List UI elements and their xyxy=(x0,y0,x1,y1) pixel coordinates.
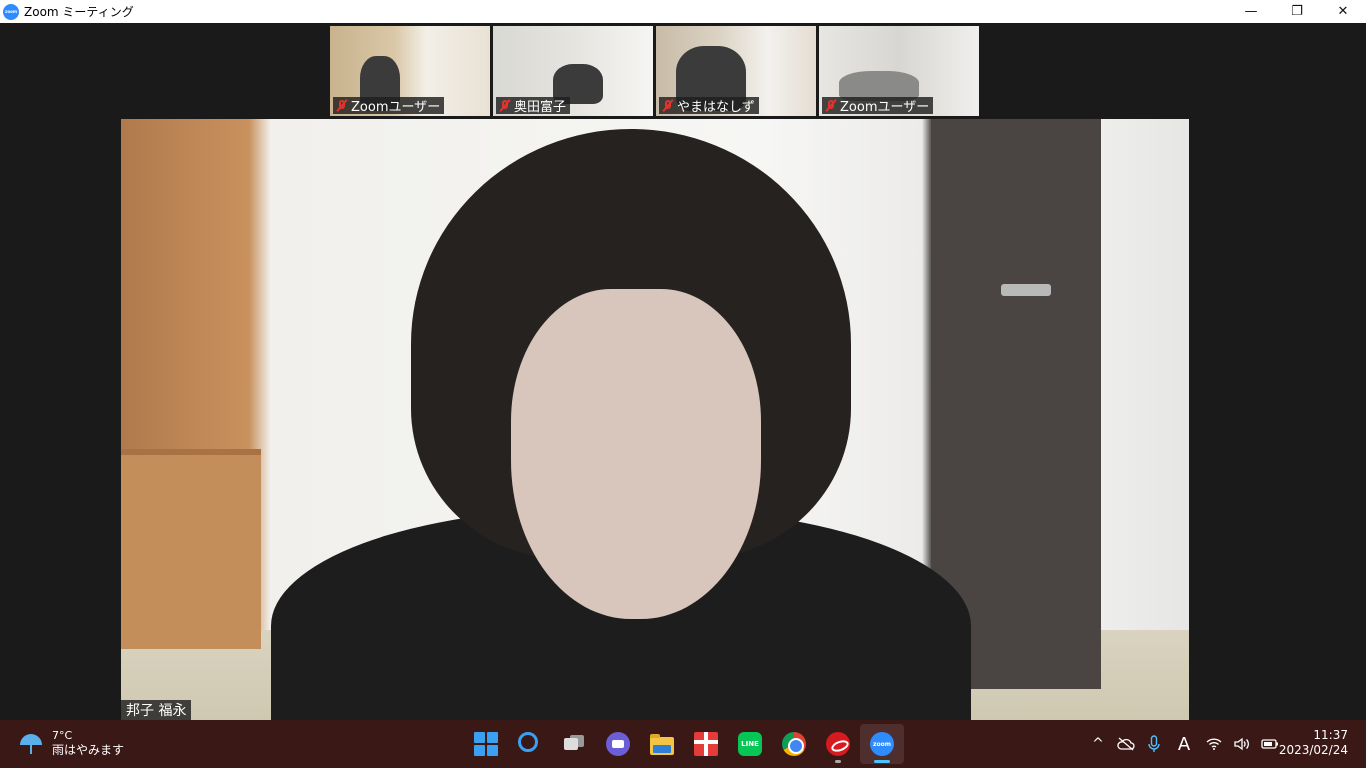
active-indicator xyxy=(874,760,890,763)
task-view-button[interactable] xyxy=(552,724,596,764)
clock-time: 11:37 xyxy=(1313,728,1348,742)
participant-name-tag: やまはなしず xyxy=(659,97,759,115)
active-speaker-video[interactable]: 邦子 福永 xyxy=(121,119,1189,720)
mic-muted-icon xyxy=(499,99,511,112)
folder-icon xyxy=(650,734,674,755)
file-explorer-button[interactable] xyxy=(640,724,684,764)
participant-tile[interactable]: Zoomユーザー xyxy=(819,26,979,116)
taskbar-apps: LINE zoom xyxy=(464,720,904,768)
participant-tile[interactable]: やまはなしず xyxy=(656,26,816,116)
participant-tile[interactable]: 奥田富子 xyxy=(493,26,653,116)
window-controls: — ❐ ✕ xyxy=(1228,0,1366,23)
microphone-icon[interactable] xyxy=(1142,732,1166,756)
weather-description: 雨はやみます xyxy=(52,743,125,757)
speaker-name-tag: 邦子 福永 xyxy=(121,700,192,720)
system-tray: ^ A xyxy=(1086,720,1282,768)
participant-name-tag: 奥田富子 xyxy=(496,97,571,115)
chrome-button[interactable] xyxy=(772,724,816,764)
chat-button[interactable] xyxy=(596,724,640,764)
trend-micro-button[interactable] xyxy=(816,724,860,764)
restore-button[interactable]: ❐ xyxy=(1274,0,1320,23)
volume-icon[interactable] xyxy=(1230,732,1254,756)
taskbar-clock[interactable]: 11:37 2023/02/24 xyxy=(1279,728,1348,758)
line-icon: LINE xyxy=(738,732,762,756)
participant-tile[interactable]: Zoomユーザー xyxy=(330,26,490,116)
chrome-icon xyxy=(782,732,806,756)
participant-name-tag: Zoomユーザー xyxy=(822,97,934,115)
meeting-area: Zoomユーザー 奥田富子 やまはなしず Zoomユーザー 邦子 福永 xyxy=(0,23,1366,720)
task-view-icon xyxy=(562,732,586,756)
participant-name: Zoomユーザー xyxy=(840,100,930,115)
zoom-icon: zoom xyxy=(870,732,894,756)
search-icon xyxy=(518,732,542,756)
umbrella-rain-icon xyxy=(18,730,44,756)
speaker-face xyxy=(511,289,761,619)
mic-muted-icon xyxy=(336,99,348,112)
participant-name-tag: Zoomユーザー xyxy=(333,97,445,115)
teams-chat-icon xyxy=(606,732,630,756)
cloud-offline-icon[interactable] xyxy=(1114,732,1138,756)
weather-temperature: 7°C xyxy=(52,729,73,742)
wifi-icon[interactable] xyxy=(1202,732,1226,756)
participant-name: 奥田富子 xyxy=(514,100,567,115)
clock-date: 2023/02/24 xyxy=(1278,743,1348,757)
ime-mode-indicator[interactable]: A xyxy=(1170,732,1198,756)
mic-muted-icon xyxy=(662,99,674,112)
window-title: Zoom ミーティング xyxy=(24,5,134,19)
running-indicator xyxy=(835,760,841,763)
windows-taskbar: 7°C 雨はやみます LINE zoom ^ A 11:37 2023/02/2… xyxy=(0,720,1366,768)
wooden-cabinet xyxy=(121,449,261,649)
weather-text: 7°C 雨はやみます xyxy=(52,728,124,758)
participant-name: Zoomユーザー xyxy=(351,100,441,115)
title-bar: zoom Zoom ミーティング — ❐ ✕ xyxy=(0,0,1366,23)
start-button[interactable] xyxy=(464,724,508,764)
gift-icon xyxy=(694,732,718,756)
weather-widget[interactable]: 7°C 雨はやみます xyxy=(18,728,124,758)
search-button[interactable] xyxy=(508,724,552,764)
gift-app-button[interactable] xyxy=(684,724,728,764)
show-hidden-icons-button[interactable]: ^ xyxy=(1086,732,1110,756)
zoom-taskbar-button[interactable]: zoom xyxy=(860,724,904,764)
minimize-button[interactable]: — xyxy=(1228,0,1274,23)
participant-name: やまはなしず xyxy=(677,100,755,115)
close-button[interactable]: ✕ xyxy=(1320,0,1366,23)
trend-micro-icon xyxy=(826,732,850,756)
participant-thumbnails: Zoomユーザー 奥田富子 やまはなしず Zoomユーザー xyxy=(330,26,979,116)
door-handle xyxy=(1001,284,1051,296)
zoom-logo-icon: zoom xyxy=(3,3,19,20)
mic-muted-icon xyxy=(825,99,837,112)
windows-start-icon xyxy=(474,732,498,756)
line-app-button[interactable]: LINE xyxy=(728,724,772,764)
